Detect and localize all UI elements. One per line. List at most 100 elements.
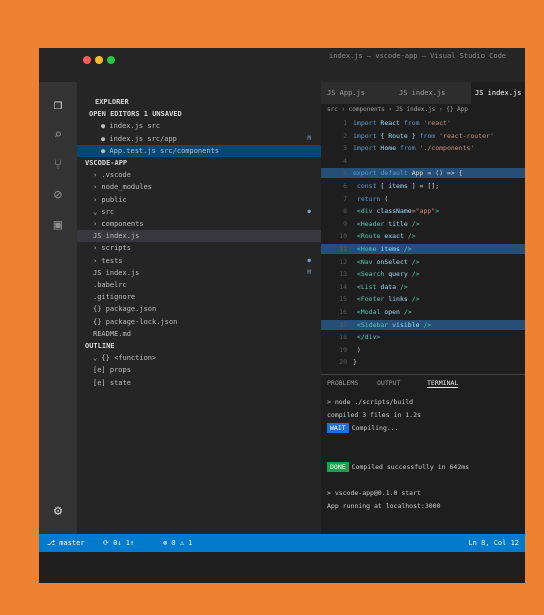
code-token: <Nav (353, 257, 377, 266)
panel-tab[interactable]: OUTPUT (377, 379, 400, 387)
code-line[interactable]: 16 <Modal open /> (321, 307, 525, 317)
source-control-icon[interactable]: ⑂ (49, 156, 67, 174)
tree-item[interactable]: › tests ● (77, 255, 321, 267)
maximize-window-button[interactable] (107, 56, 115, 64)
line-number: 1 (343, 119, 347, 127)
code-line[interactable]: 17 <Sidebar visible /> (321, 319, 525, 330)
code-line[interactable]: 11 <Home items /> (321, 244, 525, 254)
breadcrumb[interactable]: src › components › JS index.js › {} App (327, 106, 468, 113)
extensions-icon[interactable]: ▣ (49, 216, 67, 234)
code-line[interactable]: 8 <div className="app"> (321, 206, 525, 216)
tree-item-label: .gitignore (93, 293, 136, 302)
tree-item-label: › .vscode (93, 171, 131, 180)
code-line[interactable]: 1 import React from 'react' (321, 118, 525, 128)
line-number: 20 (339, 358, 347, 367)
settings-gear-icon[interactable]: ⚙ (49, 502, 67, 520)
tree-item[interactable]: JS index.js (77, 230, 321, 243)
code-token: /> (396, 282, 408, 291)
code-line[interactable]: 19 ) (321, 345, 525, 355)
code-token: ( (384, 194, 389, 203)
outline-item[interactable]: ⌄ {} <function> (77, 352, 321, 364)
code-line[interactable]: 7 return ( (321, 194, 525, 204)
status-cursor-position[interactable]: Ln 8, Col 12 (468, 537, 519, 549)
terminal-line: > vscode-app@0.1.0 start (327, 488, 421, 498)
code-token: className (376, 207, 412, 216)
line-number: 2 (343, 131, 347, 140)
code-line[interactable]: 18 </div> (321, 332, 525, 342)
panel-tab[interactable]: TERMINAL (427, 379, 459, 388)
tree-item[interactable]: JS index.js M (77, 267, 321, 279)
tree-item-label: › public (93, 195, 127, 204)
debug-icon[interactable]: ⊘ (49, 186, 67, 204)
code-token: React (380, 119, 400, 127)
code-line[interactable]: 10 <Route exact /> (321, 231, 525, 241)
code-line[interactable]: 13 <Search query /> (321, 269, 525, 279)
minimize-window-button[interactable] (95, 56, 103, 64)
tree-item[interactable]: › .vscode (77, 169, 321, 181)
code-token: import (353, 144, 381, 153)
code-line[interactable]: 20} (321, 357, 525, 367)
terminal-text: Compiled successfully in 642ms (351, 463, 470, 471)
tree-item-label: › tests (93, 256, 123, 265)
line-number: 3 (343, 144, 347, 153)
code-line[interactable]: 5 export default App = () => { (321, 168, 525, 179)
open-editor-item[interactable]: ● index.js src (77, 120, 321, 132)
editor-tab[interactable]: JS index.js (471, 82, 525, 104)
tree-item[interactable]: › components (77, 218, 321, 230)
tree-item-label: {} package-lock.json (93, 317, 178, 326)
tree-item-badge: ● (307, 256, 311, 264)
editor-window: index.js — vscode-app — Visual Studio Co… (39, 48, 525, 583)
panel-tab[interactable]: PROBLEMS (327, 379, 358, 387)
status-branch[interactable]: ⎇ master (47, 537, 85, 549)
open-editors-header[interactable]: OPEN EDITORS 1 UNSAVED (77, 108, 321, 120)
line-number: 9 (343, 219, 347, 228)
outline-item-label: [e] props (93, 366, 131, 375)
terminal-text: > node ./scripts/build (327, 398, 414, 406)
open-editor-item[interactable]: ● App.test.js src/components (77, 144, 321, 157)
terminal-line: compiled 3 files in 1.2s (327, 410, 421, 420)
tree-item-label: README.md (93, 329, 131, 338)
tree-item[interactable]: › public (77, 194, 321, 206)
code-token: ) (353, 345, 361, 354)
open-editor-item-label: ● index.js src (101, 122, 161, 131)
code-line[interactable]: 6 const [ items ] = []; (321, 181, 525, 191)
tree-item-badge: M (307, 268, 311, 276)
code-line[interactable]: 4 (321, 156, 525, 166)
code-token: links (388, 295, 408, 304)
code-line[interactable]: 15 <Footer links /> (321, 294, 525, 304)
outline-header[interactable]: OUTLINE (77, 340, 321, 352)
tree-item-label: › scripts (93, 244, 131, 253)
outline-item-label: ⌄ {} <function> (93, 354, 157, 363)
code-token: const (353, 182, 381, 190)
explorer-title-label: EXPLORER (95, 98, 129, 106)
code-line[interactable]: 14 <List data /> (321, 282, 525, 292)
code-token: [ items ] (380, 182, 416, 190)
tree-item[interactable]: ⌄ src ● (77, 206, 321, 218)
code-line[interactable]: 12 <Nav onSelect /> (321, 257, 525, 267)
outline-item[interactable]: [e] props (77, 364, 321, 376)
code-token: /> (407, 270, 420, 279)
tree-item[interactable]: › scripts (77, 242, 321, 254)
tree-item[interactable]: .gitignore (77, 291, 321, 303)
tree-item[interactable]: {} package.json (77, 303, 321, 315)
tree-item-label: JS index.js (93, 232, 140, 241)
editor-tab[interactable]: JS App.js (327, 82, 365, 104)
project-header[interactable]: VSCODE-APP (77, 157, 321, 169)
code-line[interactable]: 9 <Header title /> (321, 219, 525, 229)
search-icon[interactable]: ⌕ (49, 126, 67, 144)
code-token: exact (384, 232, 404, 241)
tree-item[interactable]: .babelrc (77, 279, 321, 291)
status-sync[interactable]: ⟳ 0↓ 1↑ (103, 537, 134, 549)
status-problems[interactable]: ⊗ 0 ⚠ 1 (163, 537, 193, 549)
tree-item[interactable]: {} package-lock.json (77, 316, 321, 328)
tree-item[interactable]: README.md (77, 328, 321, 340)
files-icon[interactable]: ❐ (49, 96, 67, 114)
code-line[interactable]: 3 import Home from './components' (321, 143, 525, 153)
outline-item[interactable]: [e] state (77, 377, 321, 389)
open-editor-item[interactable]: ● index.js src/app M (77, 133, 321, 145)
tree-item[interactable]: › node_modules (77, 181, 321, 193)
close-window-button[interactable] (83, 56, 91, 64)
terminal-line: App running at localhost:3000 (327, 501, 441, 511)
code-line[interactable]: 2 import { Route } from 'react-router' (321, 131, 525, 141)
editor-tab[interactable]: JS index.js (399, 82, 445, 104)
